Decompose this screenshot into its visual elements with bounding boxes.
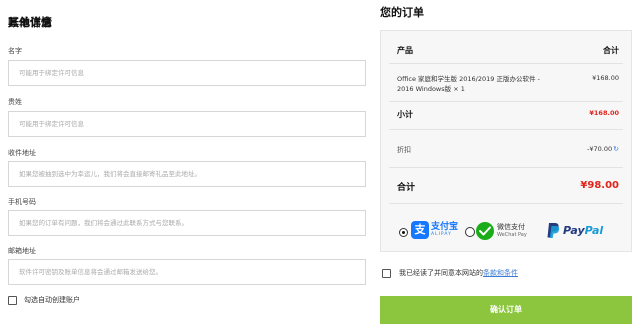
total-value: ¥98.00: [580, 180, 619, 191]
email-label: 邮箱地址: [8, 247, 36, 255]
total-row: 合计 ¥98.00: [397, 180, 619, 194]
payment-methods: 支 支付宝 ALIPAY 微信支付 WeChat Pay PayPal: [397, 219, 623, 243]
order-header-row: 产品 合计: [397, 45, 619, 57]
paypal-logo[interactable]: PayPal: [546, 222, 603, 239]
wechat-pay-text: 微信支付 WeChat Pay: [497, 224, 527, 238]
order-item-name-line1: Office 家庭和学生版 2016/2019 正版办公软件 -: [397, 75, 540, 83]
divider: [389, 203, 623, 204]
email-field[interactable]: 软件许可密钥及账单信息将会通过邮箱发送给您。: [8, 259, 366, 285]
total-label: 合计: [397, 183, 416, 193]
first-name-label: 名字: [8, 47, 22, 55]
alipay-cn-label: 支付宝: [431, 221, 459, 232]
subtotal-value: ¥168.00: [589, 109, 619, 117]
divider: [389, 101, 623, 102]
order-item-row: Office 家庭和学生版 2016/2019 正版办公软件 - 2016 Wi…: [397, 74, 619, 96]
terms-row: 我已经读了并同意本网站的条款和条件: [382, 268, 518, 278]
wechat-pay-cn-label: 微信支付: [497, 223, 525, 231]
discount-value-wrap: -¥70.00↻: [587, 145, 619, 153]
order-item-name: Office 家庭和学生版 2016/2019 正版办公软件 - 2016 Wi…: [397, 74, 540, 94]
paypal-icon: [547, 223, 560, 238]
wechat-pay-en-label: WeChat Pay: [497, 232, 527, 238]
alipay-text: 支付宝 ALIPAY: [431, 221, 459, 238]
create-account-checkbox[interactable]: [8, 295, 17, 305]
subtotal-label: 小计: [397, 110, 413, 119]
phone-label: 手机号码: [8, 198, 36, 206]
divider: [389, 63, 623, 64]
wechat-pay-icon: [476, 222, 494, 240]
last-name-label: 贵姓: [8, 98, 22, 106]
last-name-field[interactable]: 可能用于绑定许可信息: [8, 111, 366, 137]
order-title: 您的订单: [380, 6, 424, 19]
alipay-icon: 支: [411, 221, 429, 239]
order-item-price: ¥168.00: [592, 74, 619, 82]
create-account-row[interactable]: 勾选自动创建账户: [8, 295, 80, 305]
alipay-en-label: ALIPAY: [431, 231, 452, 237]
subtotal-row: 小计 ¥168.00: [397, 109, 619, 121]
address-field[interactable]: 如果您被抽到选中为幸运儿，我们将会直接邮寄礼品至此地址。: [8, 161, 366, 187]
order-summary: 产品 合计 Office 家庭和学生版 2016/2019 正版办公软件 - 2…: [380, 30, 632, 252]
divider: [389, 167, 623, 168]
confirm-order-button[interactable]: 确认订单: [380, 296, 632, 324]
first-name-field[interactable]: 可能用于绑定许可信息: [8, 60, 366, 86]
wechat-radio[interactable]: [465, 227, 475, 237]
product-column-header: 产品: [397, 46, 413, 55]
other-info-title: 其他信息: [8, 16, 52, 29]
total-column-header: 合计: [603, 46, 619, 55]
terms-text: 我已经读了并同意本网站的: [399, 269, 483, 277]
divider: [389, 129, 623, 130]
create-account-label: 勾选自动创建账户: [24, 296, 80, 304]
terms-link[interactable]: 条款和条件: [483, 269, 518, 277]
order-item-name-line2: 2016 Windows版 × 1: [397, 85, 465, 93]
address-label: 收件地址: [8, 149, 36, 157]
refresh-icon[interactable]: ↻: [613, 145, 619, 153]
discount-row: 折扣 -¥70.00↻: [397, 145, 619, 157]
alipay-radio[interactable]: [399, 228, 408, 237]
alipay-logo[interactable]: 支 支付宝 ALIPAY: [411, 221, 458, 239]
paypal-wordmark: PayPal: [563, 224, 603, 237]
terms-text-wrap: 我已经读了并同意本网站的条款和条件: [399, 268, 518, 278]
wechat-pay-logo[interactable]: 微信支付 WeChat Pay: [476, 222, 527, 240]
discount-label: 折扣: [397, 146, 411, 154]
phone-field[interactable]: 如果您的订单有问题，我们将会通过此联系方式与您联系。: [8, 210, 366, 236]
terms-checkbox[interactable]: [382, 268, 391, 278]
discount-value: -¥70.00: [587, 145, 613, 153]
paypal-wordmark-b: Pal: [584, 224, 604, 237]
paypal-wordmark-a: Pay: [563, 224, 585, 237]
